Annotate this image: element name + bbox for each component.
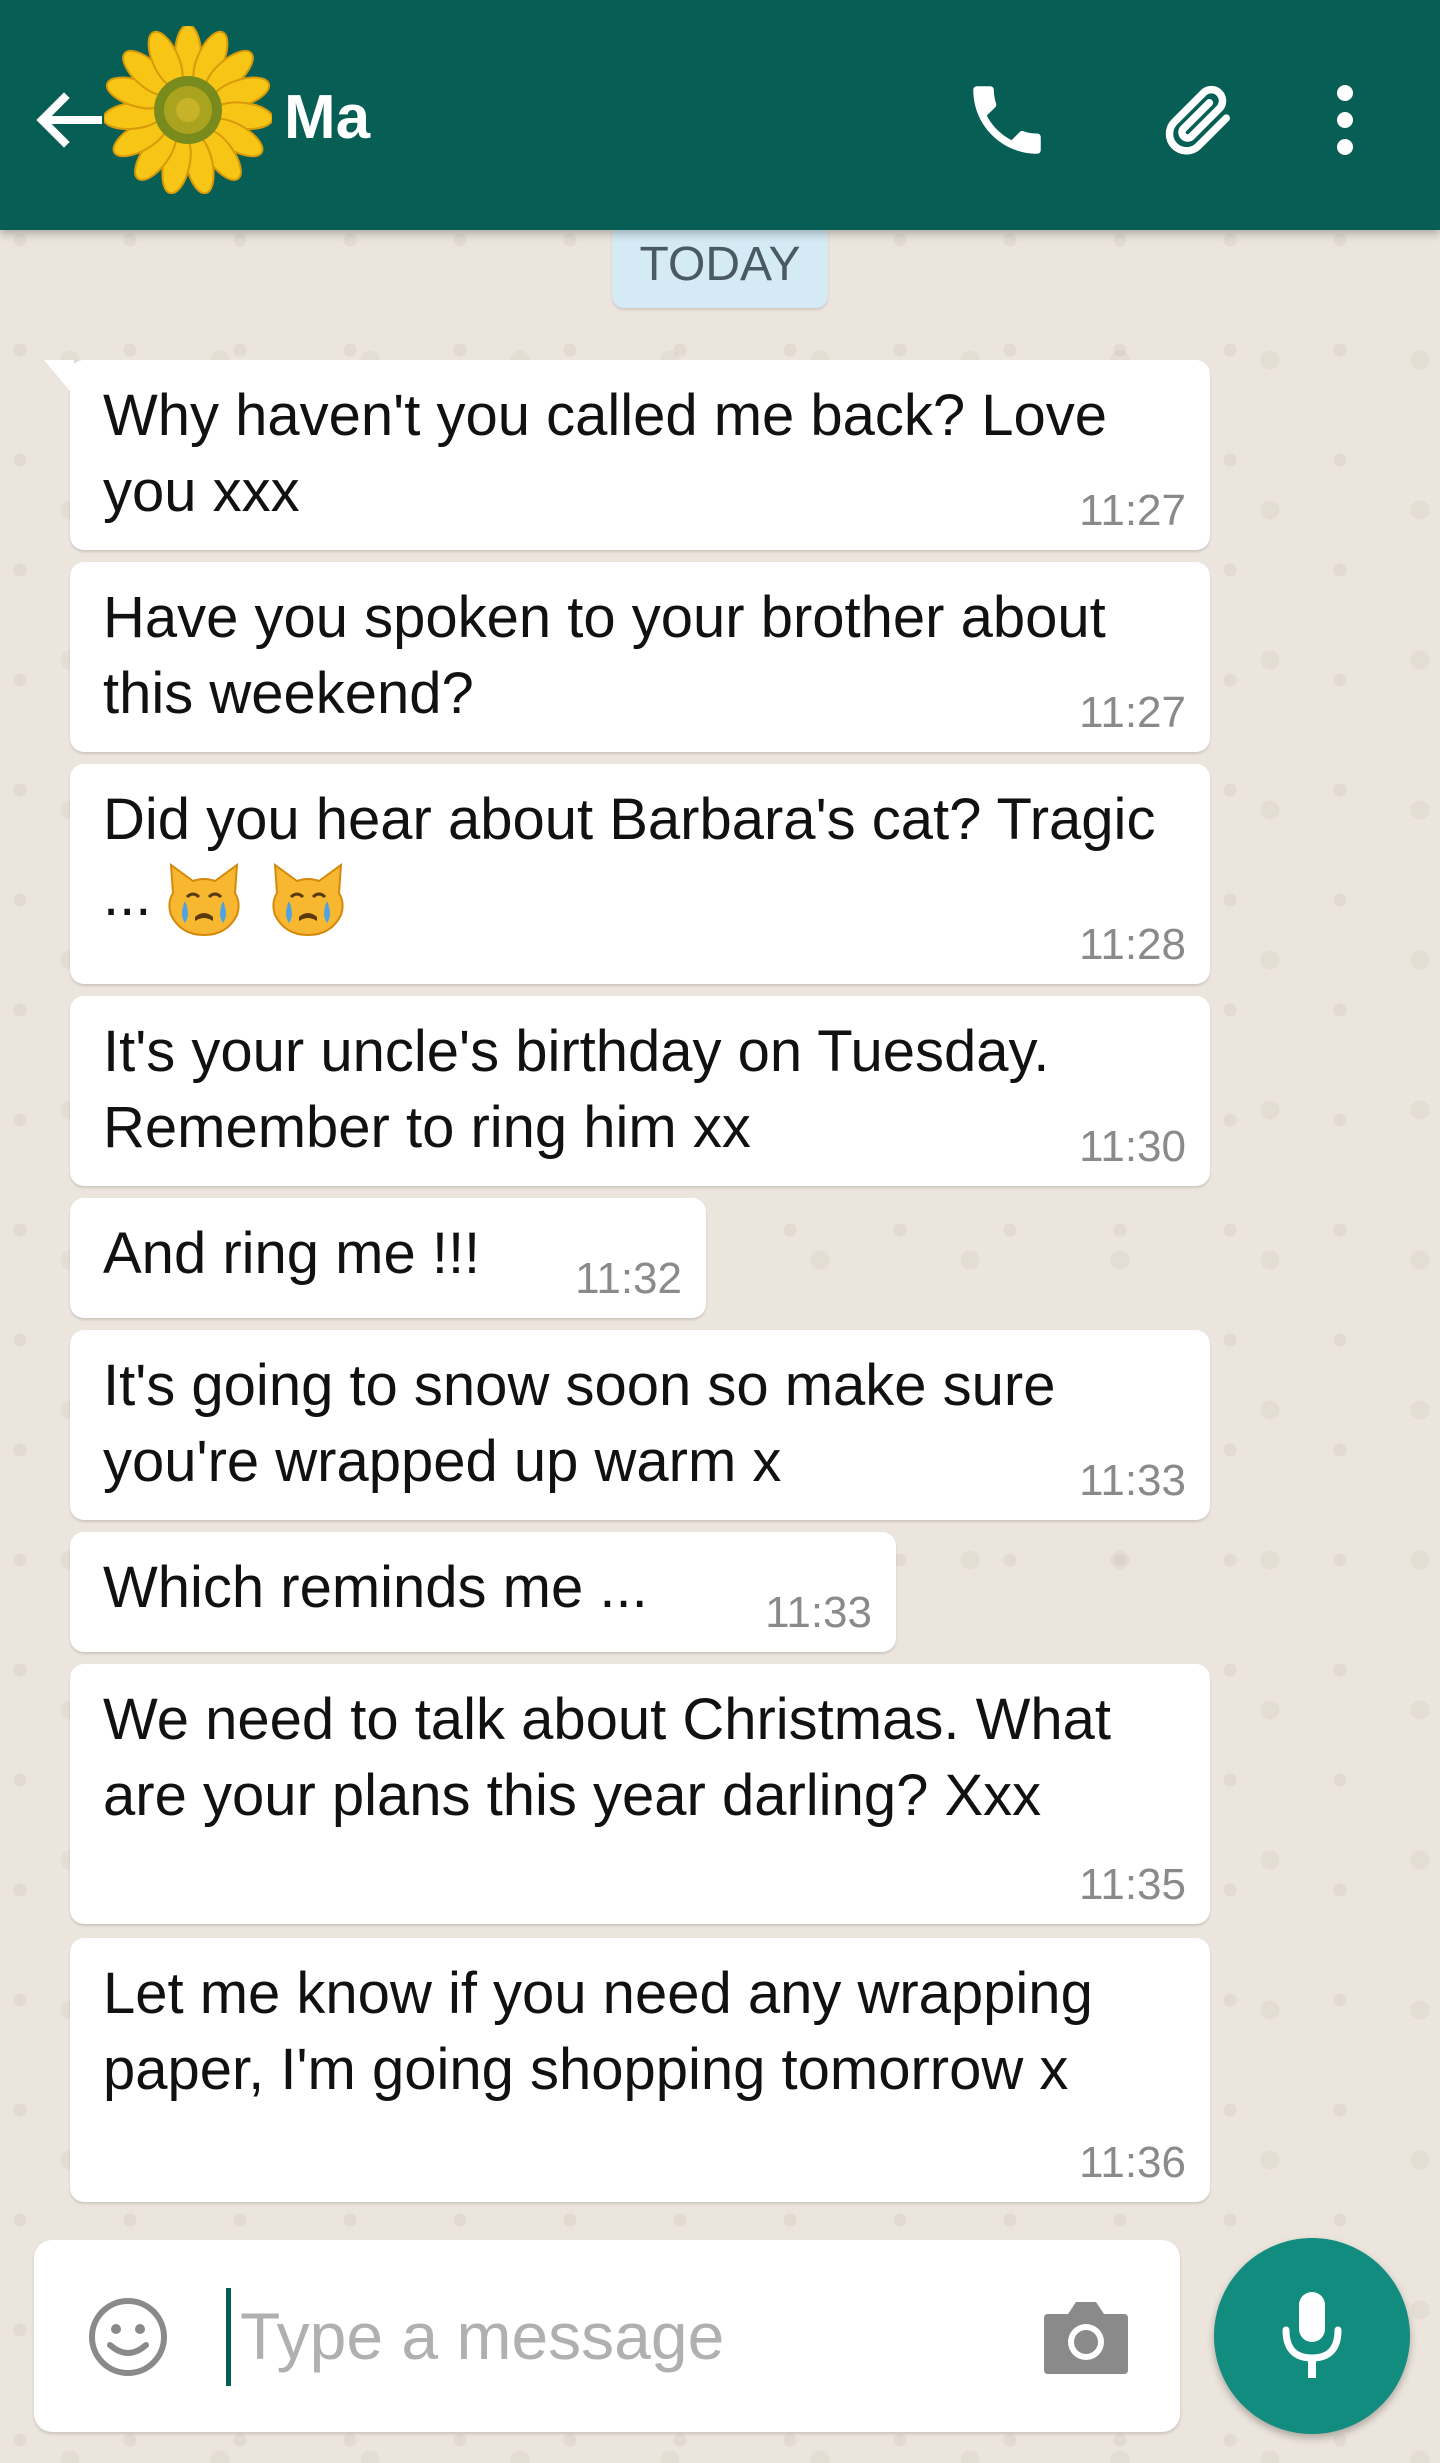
contact-avatar[interactable] bbox=[102, 24, 274, 195]
message-text: Have you spoken to your brother about th… bbox=[103, 585, 1106, 726]
message-time: 11:32 bbox=[575, 1254, 682, 1303]
message-text: It's your uncle's birthday on Tuesday. R… bbox=[103, 1019, 1050, 1160]
chat-header: Ma bbox=[0, 0, 1440, 230]
message-text: Did you hear about Barbara's cat? Tragic… bbox=[103, 782, 1184, 941]
message-composer bbox=[34, 2240, 1180, 2432]
message-time: 11:27 bbox=[1079, 688, 1186, 737]
voice-call-button[interactable] bbox=[962, 75, 1052, 165]
date-divider: TODAY bbox=[612, 222, 828, 308]
microphone-icon bbox=[1282, 2292, 1342, 2378]
message-bubble[interactable]: It's going to snow soon so make sure you… bbox=[70, 1330, 1210, 1520]
message-time: 11:36 bbox=[1079, 2138, 1186, 2187]
phone-icon bbox=[973, 86, 1041, 154]
message-bubble[interactable]: Which reminds me ... 11:33 bbox=[70, 1532, 896, 1652]
message-bubble[interactable]: Why haven't you called me back? Love you… bbox=[44, 360, 1210, 550]
message-time: 11:35 bbox=[1079, 1860, 1186, 1909]
message-time: 11:28 bbox=[1079, 920, 1186, 969]
more-vertical-icon bbox=[1337, 85, 1353, 155]
crying-cat-emoji-icon bbox=[168, 862, 240, 937]
camera-button[interactable] bbox=[1040, 2292, 1132, 2380]
back-button[interactable] bbox=[28, 80, 108, 160]
message-bubble[interactable]: It's your uncle's birthday on Tuesday. R… bbox=[70, 996, 1210, 1186]
message-bubble[interactable]: And ring me !!! 11:32 bbox=[70, 1198, 706, 1318]
bubble-tail bbox=[44, 360, 74, 396]
message-text: It's going to snow soon so make sure you… bbox=[103, 1353, 1056, 1494]
message-text: We need to talk about Christmas. What ar… bbox=[103, 1687, 1111, 1828]
message-time: 11:30 bbox=[1079, 1122, 1186, 1171]
crying-cat-emoji-icon bbox=[272, 862, 345, 937]
message-input[interactable] bbox=[224, 2280, 1024, 2392]
paperclip-icon bbox=[1165, 85, 1230, 155]
message-time: 11:27 bbox=[1079, 486, 1186, 535]
camera-icon bbox=[1044, 2302, 1128, 2374]
message-bubble[interactable]: Have you spoken to your brother about th… bbox=[70, 562, 1210, 752]
message-text: Which reminds me ... bbox=[103, 1555, 648, 1620]
sunflower-avatar-icon bbox=[102, 24, 274, 195]
message-text: And ring me !!! bbox=[103, 1221, 481, 1286]
message-bubble[interactable]: Let me know if you need any wrapping pap… bbox=[70, 1938, 1210, 2202]
attach-button[interactable] bbox=[1155, 75, 1245, 165]
message-bubble[interactable]: Did you hear about Barbara's cat? Tragic… bbox=[70, 764, 1210, 984]
more-options-button[interactable] bbox=[1300, 75, 1390, 165]
message-bubble[interactable]: We need to talk about Christmas. What ar… bbox=[70, 1664, 1210, 1924]
emoji-group bbox=[163, 858, 355, 941]
contact-name[interactable]: Ma bbox=[284, 78, 370, 158]
message-text: Let me know if you need any wrapping pap… bbox=[103, 1961, 1093, 2102]
smiley-icon bbox=[89, 2298, 167, 2376]
message-text: Why haven't you called me back? Love you… bbox=[103, 383, 1108, 524]
emoji-button[interactable] bbox=[86, 2295, 170, 2379]
message-time: 11:33 bbox=[1079, 1456, 1186, 1505]
message-time: 11:33 bbox=[765, 1588, 872, 1637]
arrow-left-icon bbox=[36, 92, 102, 148]
voice-record-button[interactable] bbox=[1214, 2238, 1410, 2434]
